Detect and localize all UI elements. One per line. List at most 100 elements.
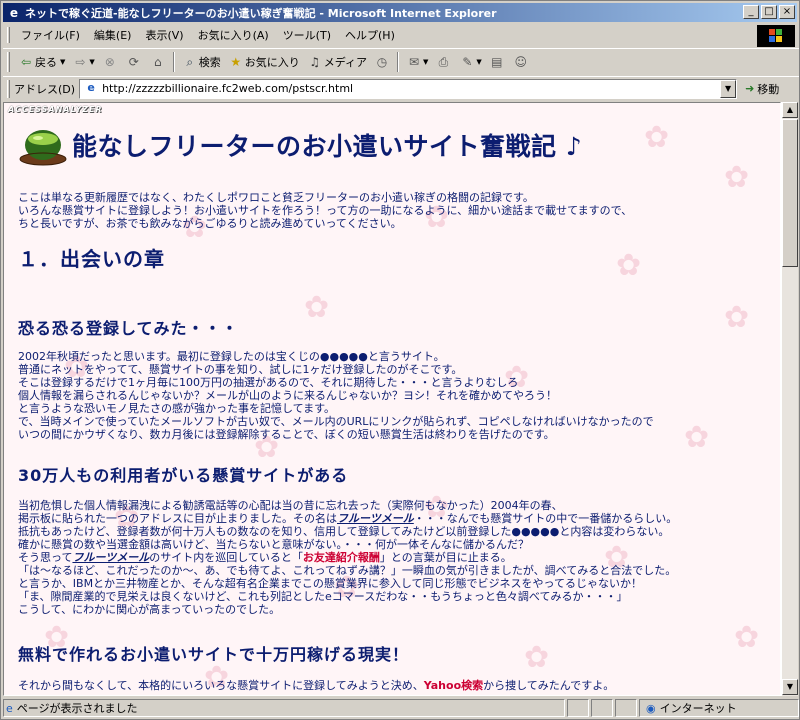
print-button[interactable]: ⎙	[431, 51, 455, 73]
body-text: 掲示板に貼られた一つのアドレスに目が止まりました。その名は	[18, 512, 337, 525]
address-dropdown-icon[interactable]: ▼	[720, 79, 737, 98]
go-label: 移動	[757, 82, 780, 96]
edit-icon: ✎	[462, 55, 473, 69]
menu-bar: ファイル(F) 編集(E) 表示(V) お気に入り(A) ツール(T) ヘルプ(…	[3, 24, 753, 46]
messenger-icon: ☺	[514, 55, 528, 69]
vertical-scrollbar[interactable]: ▲ ▼	[781, 102, 798, 696]
forward-button[interactable]: ⇨ ▼	[68, 51, 97, 73]
toolbar-separator	[397, 52, 400, 72]
body-text: そう思って	[18, 551, 73, 564]
body-line: 「は～なるほど、これだったのか～、あ、でも待てよ、これってねずみ講？」一瞬血の気…	[18, 564, 677, 577]
browser-window: e ネットで稼ぐ近道-能なしフリーターのお小遣い稼ぎ奮戦記 - Microsof…	[0, 0, 800, 720]
history-icon: ◷	[376, 55, 388, 69]
body-line: 掲示板に貼られた一つのアドレスに目が止まりました。その名はフルーツメール・・・な…	[18, 512, 677, 525]
refresh-icon: ⟳	[128, 55, 139, 69]
yahoo-search-highlight: Yahoo検索	[423, 679, 484, 692]
tea-cup-icon	[19, 130, 67, 166]
search-button[interactable]: ⌕ 検索	[178, 51, 224, 73]
menu-favorites[interactable]: お気に入り(A)	[191, 25, 276, 45]
address-url[interactable]: http://zzzzzbillionaire.fc2web.com/pstsc…	[102, 82, 720, 95]
favorites-folder-icon: ★	[230, 55, 242, 69]
home-icon: ⌂	[153, 55, 162, 69]
scroll-thumb[interactable]	[782, 119, 798, 267]
status-bar: e ページが表示されました ◉ インターネット	[3, 698, 799, 718]
body-line: 「ま、隙間産業的で見栄えは良くないけど、これも列記としたeコマースだわな・・もう…	[18, 590, 628, 603]
body-line: と言うような恐いモノ見たさの感が強かった事を記憶してます。	[18, 402, 336, 415]
menu-file[interactable]: ファイル(F)	[14, 25, 87, 45]
standard-toolbar: ⇦ 戻る ▼ ⇨ ▼ ⊗ ⟳ ⌂ ⌕ 検索 ★ お気に入り ♫ メディア ◷ ✉…	[3, 48, 799, 75]
close-button[interactable]: ×	[779, 5, 795, 19]
address-label: アドレス(D)	[14, 82, 76, 96]
site-title: 能なしフリーターのお小遣いサイト奮戦記 ♪	[72, 132, 583, 161]
scroll-down-icon[interactable]: ▼	[782, 679, 798, 695]
back-button[interactable]: ⇦ 戻る ▼	[14, 51, 68, 73]
intro-text: ここは単なる更新履歴ではなく、わたくしポワロこと貧乏フリーターのお小遣い稼ぎの格…	[18, 191, 632, 230]
body-text: 」との言葉が目に止まる。	[379, 551, 512, 564]
stop-icon: ⊗	[104, 55, 115, 69]
intro-line: いろんな懸賞サイトに登録しよう！お小遣いサイトを作ろう！って方の一助になるように…	[18, 204, 633, 217]
body-line: そこは登録するだけで1ヶ月毎に100万円の抽選があるので、それに期待した・・・と…	[18, 376, 519, 389]
section3-body: それから間もなくして、本格的にいろいろな懸賞サイトに登録してみようと決め、Yah…	[18, 679, 614, 692]
forward-dropdown-icon[interactable]: ▼	[89, 58, 94, 66]
body-text: のサイト内を巡回していると「	[149, 551, 303, 564]
menu-help[interactable]: ヘルプ(H)	[338, 25, 402, 45]
mail-button[interactable]: ✉ ▼	[402, 51, 431, 73]
home-button[interactable]: ⌂	[146, 51, 170, 73]
toolbar-grip[interactable]	[7, 52, 10, 72]
edit-button[interactable]: ✎ ▼	[455, 51, 484, 73]
page-title: 能なしフリーターのお小遣いサイト奮戦記 ♪	[18, 123, 582, 167]
mail-dropdown-icon[interactable]: ▼	[423, 58, 428, 66]
intro-line: ここは単なる更新履歴ではなく、わたくしポワロこと貧乏フリーターのお小遣い稼ぎの格…	[18, 191, 534, 204]
page-content[interactable]: ✿ ✿ ✿ ✿ ✿ ✿ ✿ ✿ ✿ ✿ ✿ ✿ ✿ ✿ ✿ ✿ ✿ ✿ ✿ AC…	[3, 102, 781, 696]
address-input[interactable]: e http://zzzzzbillionaire.fc2web.com/pst…	[79, 78, 738, 99]
section-heading: 30万人もの利用者がいる懸賞サイトがある	[18, 466, 349, 485]
menu-view[interactable]: 表示(V)	[138, 25, 190, 45]
address-grip[interactable]	[7, 79, 10, 98]
ie-logo-icon: e	[9, 5, 19, 20]
body-line: 確かに懸賞の数や当選金額は高いけど、当たらないと意味がない。・・・何が一体そんな…	[18, 538, 529, 551]
search-icon: ⌕	[186, 55, 194, 69]
menu-grip[interactable]	[7, 27, 10, 43]
section1-body: 2002年秋頃だったと思います。最初に登録したのは宝くじの●●●●●と言うサイト…	[18, 350, 654, 441]
messenger-button[interactable]: ☺	[509, 51, 533, 73]
stop-button[interactable]: ⊗	[98, 51, 122, 73]
menu-edit[interactable]: 編集(E)	[87, 25, 139, 45]
access-analyzer-badge[interactable]: ACCESSANALYZER	[8, 105, 103, 114]
status-text: ページが表示されました	[16, 702, 138, 715]
edit-dropdown-icon[interactable]: ▼	[476, 58, 481, 66]
fruit-mail-link[interactable]: フルーツメール	[337, 512, 414, 525]
forward-arrow-icon: ⇨	[75, 55, 86, 69]
favorites-label: お気に入り	[244, 56, 300, 69]
menu-tools[interactable]: ツール(T)	[276, 25, 338, 45]
history-button[interactable]: ◷	[370, 51, 394, 73]
back-dropdown-icon[interactable]: ▼	[60, 58, 65, 66]
section-heading: 恐る恐る登録してみた・・・	[18, 319, 239, 338]
go-button[interactable]: ➜ 移動	[745, 81, 779, 97]
page-done-icon: e	[6, 701, 13, 715]
minimize-button[interactable]: _	[743, 5, 759, 19]
mail-icon: ✉	[408, 55, 420, 69]
body-line: 普通にネットをやってて、懸賞サイトの事を知り、試しに1ヶだけ登録したのがそこです…	[18, 363, 463, 376]
body-line: いつの間にかウザくなり、数カ月後には登録解除することで、ぼくの短い懸賞生活は終わ…	[18, 428, 555, 441]
media-label: メディア	[323, 56, 368, 69]
body-line: 2002年秋頃だったと思います。最初に登録したのは宝くじの●●●●●と言うサイト…	[18, 350, 445, 363]
maximize-button[interactable]: □	[761, 5, 777, 19]
window-title: ネットで稼ぐ近道-能なしフリーターのお小遣い稼ぎ奮戦記 - Microsoft …	[25, 6, 497, 20]
discuss-button[interactable]: ▤	[485, 51, 509, 73]
status-message: e ページが表示されました	[3, 699, 565, 717]
security-zone[interactable]: ◉ インターネット	[639, 699, 799, 717]
media-button[interactable]: ♫ メディア	[303, 51, 370, 73]
body-text: から捜してみたんですよ。	[483, 679, 615, 692]
section-heading: 無料で作れるお小遣いサイトで十万円稼げる現実！	[18, 645, 410, 664]
back-label: 戻る	[35, 56, 57, 69]
scroll-up-icon[interactable]: ▲	[782, 102, 798, 118]
media-icon: ♫	[309, 55, 321, 69]
section2-body: 当初危惧した個人情報漏洩による勧誘電話等の心配は当の昔に忘れ去った（実際何もなか…	[18, 499, 677, 616]
fruit-mail-link[interactable]: フルーツメール	[72, 551, 149, 564]
favorites-button[interactable]: ★ お気に入り	[224, 51, 303, 73]
search-label: 検索	[198, 56, 221, 69]
body-text: それから間もなくして、本格的にいろいろな懸賞サイトに登録してみようと決め、	[18, 679, 424, 692]
discuss-icon: ▤	[491, 55, 503, 69]
zone-label: インターネット	[659, 702, 737, 715]
refresh-button[interactable]: ⟳	[122, 51, 146, 73]
